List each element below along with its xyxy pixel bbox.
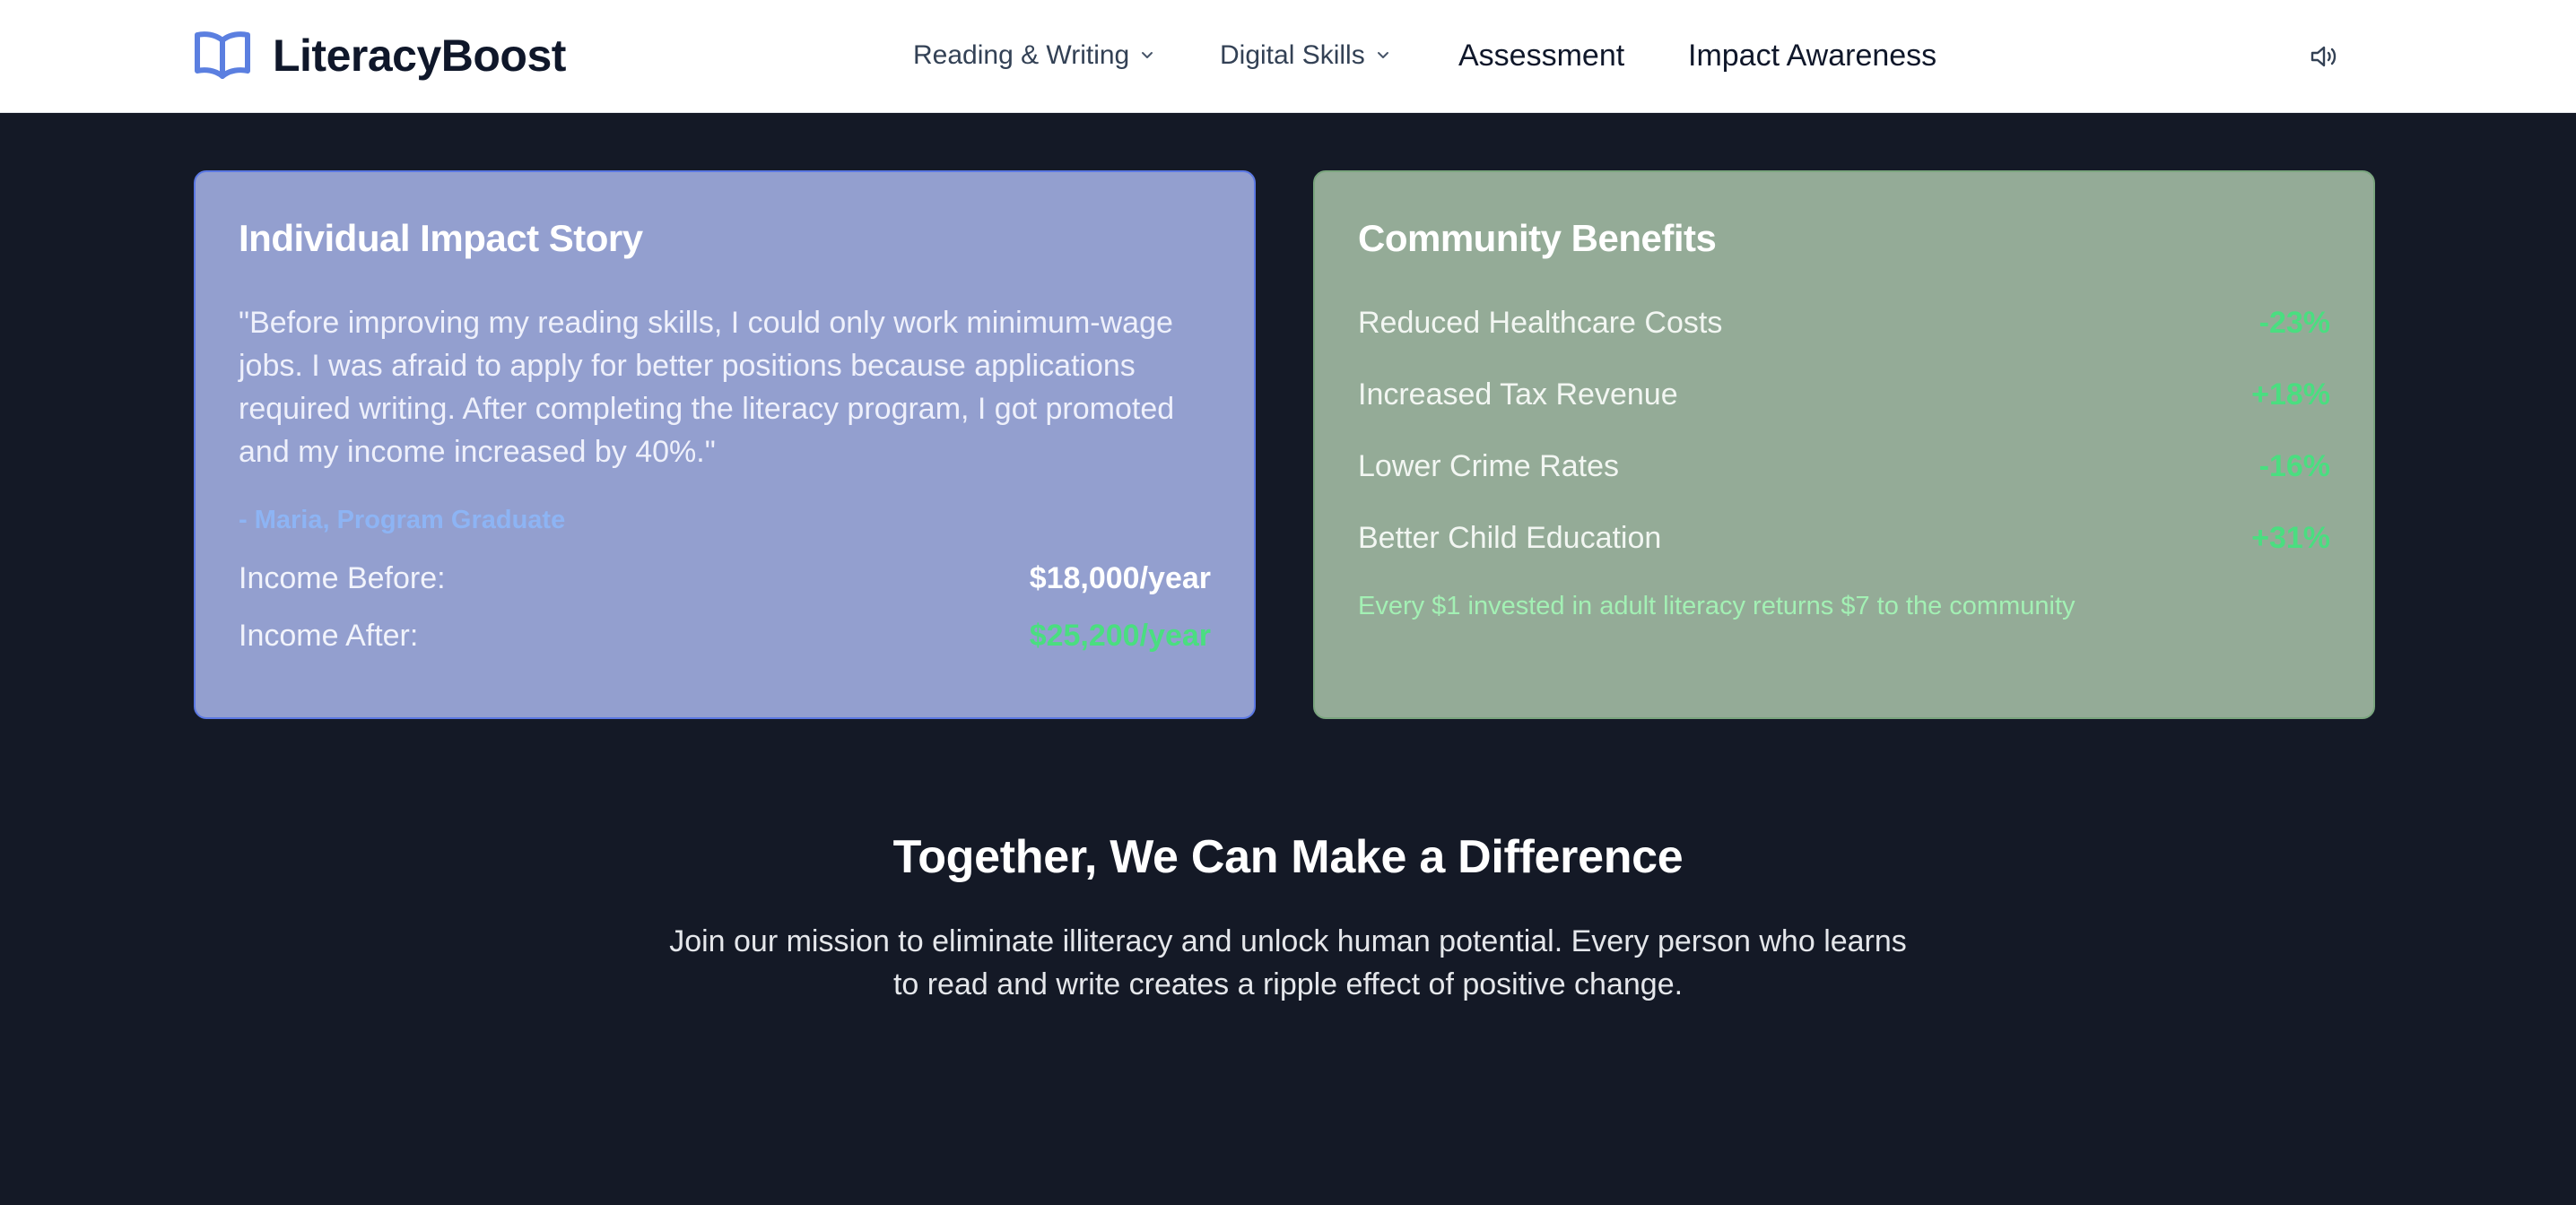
nav-reading-writing-label: Reading & Writing <box>913 40 1130 70</box>
income-before-label: Income Before: <box>239 561 446 595</box>
open-book-icon <box>195 31 250 79</box>
chevron-down-icon <box>1142 52 1153 58</box>
testimonial-quote: "Before improving my reading skills, I c… <box>239 306 1175 469</box>
income-after-row: Income After: $25,200/year <box>239 615 1211 656</box>
impact-story-card: Individual Impact Story "Before improvin… <box>194 170 1256 719</box>
speaker-icon <box>2311 46 2337 67</box>
nav-reading-writing[interactable]: Reading & Writing <box>913 30 1154 81</box>
nav-digital-skills-label: Digital Skills <box>1220 40 1365 70</box>
chevron-down-icon <box>1377 52 1388 58</box>
cta-description: Join our mission to eliminate illiteracy… <box>669 924 1907 1001</box>
impact-story-title: Individual Impact Story <box>239 217 643 259</box>
benefit-row: Better Child Education +31% <box>1358 516 2330 559</box>
benefit-value: -23% <box>2258 305 2330 340</box>
benefit-list: Reduced Healthcare Costs -23% Increased … <box>1358 301 2330 559</box>
benefit-value: +18% <box>2251 377 2330 412</box>
benefit-value: +31% <box>2251 520 2330 555</box>
roi-note: Every $1 invested in adult literacy retu… <box>1358 592 2076 620</box>
benefit-label: Reduced Healthcare Costs <box>1358 305 1723 340</box>
benefit-row: Lower Crime Rates -16% <box>1358 445 2330 488</box>
community-benefits-title: Community Benefits <box>1358 217 1717 259</box>
benefit-row: Reduced Healthcare Costs -23% <box>1358 301 2330 344</box>
cta-heading: Together, We Can Make a Difference <box>892 831 1684 883</box>
nav-digital-skills[interactable]: Digital Skills <box>1220 30 1390 81</box>
nav-assessment[interactable]: Assessment <box>1458 30 1624 81</box>
testimonial-attribution: - Maria, Program Graduate <box>239 506 566 534</box>
benefit-label: Lower Crime Rates <box>1358 448 1619 483</box>
community-benefits-card: Community Benefits Reduced Healthcare Co… <box>1313 170 2375 719</box>
income-after-value: $25,200/year <box>1029 619 1211 653</box>
audio-toggle-button[interactable] <box>2305 39 2345 74</box>
income-before-value: $18,000/year <box>1029 561 1211 595</box>
income-before-row: Income Before: $18,000/year <box>239 558 1211 599</box>
benefit-value: -16% <box>2258 448 2330 483</box>
benefit-label: Better Child Education <box>1358 520 1662 555</box>
brand-name: LiteracyBoost <box>273 30 566 81</box>
benefit-row: Increased Tax Revenue +18% <box>1358 373 2330 416</box>
brand-logo-link[interactable]: LiteracyBoost <box>194 27 566 84</box>
site-header: LiteracyBoost Reading & Writing Digital … <box>0 0 2576 113</box>
nav-impact-awareness[interactable]: Impact Awareness <box>1688 30 1936 81</box>
income-after-label: Income After: <box>239 619 419 653</box>
benefit-label: Increased Tax Revenue <box>1358 377 1678 412</box>
